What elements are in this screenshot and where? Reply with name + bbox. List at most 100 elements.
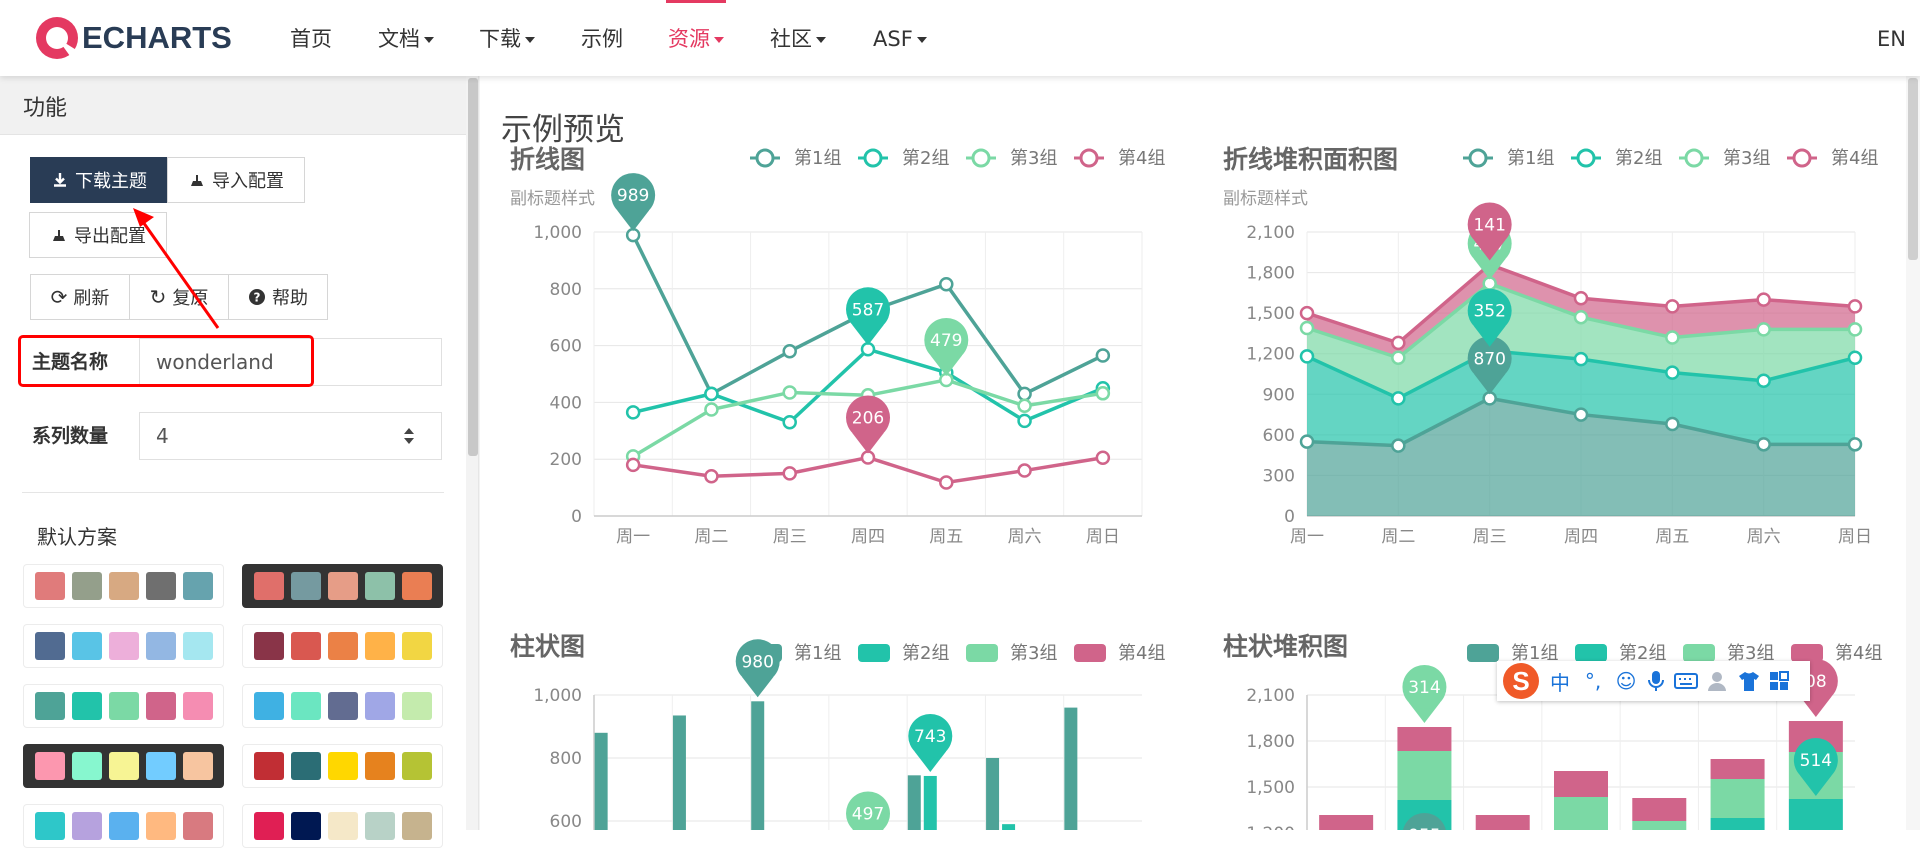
theme-scheme-card[interactable] [242, 564, 443, 608]
ime-punctuation[interactable]: °, [1581, 669, 1605, 693]
sogou-logo-icon[interactable]: S [1503, 663, 1539, 699]
data-point [939, 277, 954, 292]
marker-pin-label: 206 [852, 408, 884, 428]
help-button[interactable]: ? 帮助 [228, 274, 328, 320]
spinner-arrows-icon[interactable] [402, 425, 416, 447]
language-switch[interactable]: EN [1877, 0, 1906, 76]
color-swatch [364, 812, 395, 840]
data-point [1299, 434, 1315, 449]
help-icon: ? [249, 289, 265, 305]
download-theme-button[interactable]: 下载主题 [30, 157, 168, 203]
data-point [1573, 291, 1589, 306]
data-point [1847, 299, 1863, 314]
caret-down-icon [424, 37, 434, 43]
series-count-input[interactable]: 4 [139, 412, 442, 460]
y-tick-label: 1,800 [1246, 732, 1295, 752]
caret-down-icon [816, 37, 826, 43]
theme-scheme-card[interactable] [23, 624, 224, 668]
y-tick-label: 1,000 [533, 223, 582, 243]
skin-shirt-icon[interactable] [1738, 670, 1760, 692]
theme-scheme-card[interactable] [23, 684, 224, 728]
color-swatch [290, 572, 321, 600]
y-tick-label: 1,200 [1246, 824, 1295, 830]
smiley-icon[interactable]: ☺ [1614, 669, 1638, 693]
data-point [1665, 365, 1680, 380]
marker-pin-label: 497 [852, 804, 884, 824]
legend-label: 第1组 [794, 643, 841, 664]
refresh-button[interactable]: ⟳ 刷新 [30, 274, 130, 320]
download-icon [54, 173, 66, 187]
data-point [782, 466, 797, 481]
theme-scheme-card[interactable] [242, 624, 443, 668]
theme-scheme-card[interactable] [242, 804, 443, 848]
legend-symbol [1575, 644, 1607, 662]
nav-download[interactable]: 下载 [479, 0, 535, 76]
nav-home[interactable]: 首页 [290, 0, 332, 76]
microphone-icon[interactable] [1647, 670, 1665, 692]
data-point [1756, 322, 1771, 337]
theme-scheme-card[interactable] [242, 684, 443, 728]
import-config-button[interactable]: 导入配置 [167, 157, 305, 203]
nav-asf[interactable]: ASF [873, 0, 927, 76]
theme-scheme-card[interactable] [23, 804, 224, 848]
toolbox-grid-icon[interactable] [1769, 671, 1789, 691]
bar-segment [1319, 815, 1374, 830]
legend-symbol [1576, 148, 1596, 168]
sidebar-scroll-thumb[interactable] [468, 78, 478, 456]
nav-community[interactable]: 社区 [770, 0, 826, 76]
y-tick-label: 600 [550, 812, 582, 830]
color-swatch [401, 632, 432, 660]
ime-toolbar: S 中 °, ☺ [1497, 661, 1810, 701]
marker-pin-label: 514 [1800, 751, 1832, 771]
data-point [1573, 351, 1589, 367]
legend-label: 第4组 [1118, 148, 1165, 169]
color-swatch [253, 752, 284, 780]
data-point [625, 457, 641, 473]
color-swatch [182, 692, 213, 720]
bar-segment [1710, 818, 1765, 830]
chart-title: 折线堆积面积图 [1223, 145, 1398, 174]
data-point [1847, 437, 1863, 452]
data-point [1017, 398, 1032, 414]
color-swatch [182, 572, 213, 600]
y-tick-label: 0 [1284, 507, 1295, 527]
nav-examples[interactable]: 示例 [581, 0, 623, 76]
main-scroll-thumb[interactable] [1908, 78, 1918, 260]
legend-label: 第1组 [1507, 148, 1554, 169]
color-swatch [71, 752, 102, 780]
keyboard-icon[interactable] [1674, 672, 1698, 690]
panel-header: 功能 [0, 76, 466, 135]
color-swatch [71, 572, 102, 600]
user-icon[interactable] [1707, 670, 1729, 692]
chart-subtitle: 副标题样式 [510, 189, 595, 209]
chart-title: 折线图 [510, 145, 585, 174]
legend-label: 第3组 [1010, 148, 1057, 169]
theme-scheme-card[interactable] [242, 744, 443, 788]
annotation-arrow [133, 208, 220, 329]
data-point [1095, 450, 1111, 466]
theme-scheme-card[interactable] [23, 744, 224, 788]
bar [1002, 824, 1016, 830]
x-tick-label: 周日 [1086, 527, 1120, 547]
ime-chinese-mode[interactable]: 中 [1548, 667, 1572, 696]
echarts-logo[interactable]: ECHARTS [34, 14, 232, 62]
legend-symbol [1683, 644, 1715, 662]
data-point [704, 468, 719, 484]
nav-docs[interactable]: 文档 [378, 0, 434, 76]
data-point [1299, 349, 1315, 364]
data-point [1847, 322, 1863, 337]
data-point [1017, 463, 1032, 478]
data-point [1391, 350, 1406, 366]
color-swatch [253, 812, 284, 840]
legend-symbol [971, 148, 991, 168]
nav-resources[interactable]: 资源 [666, 0, 726, 76]
line-chart: 折线图副标题样式 第1组 第2组 第3组 第4组 0 200 400 600 800 1,000 周一… [510, 145, 1165, 547]
y-tick-label: 600 [1263, 426, 1295, 446]
color-swatch [401, 812, 432, 840]
marker-pin-label: 980 [741, 652, 773, 672]
data-point [704, 402, 719, 417]
legend-label: 第4组 [1831, 148, 1878, 169]
y-tick-label: 1,000 [533, 686, 582, 706]
color-swatch [327, 812, 358, 840]
theme-scheme-card[interactable] [23, 564, 224, 608]
